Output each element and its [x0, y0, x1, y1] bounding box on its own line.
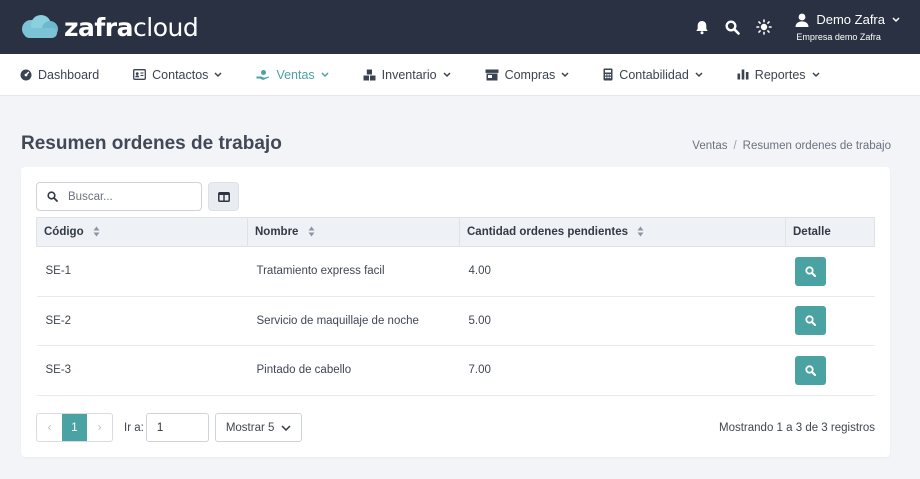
top-header: zafracloud Demo Zafra Empresa demo Zafra [0, 0, 920, 54]
table-row: SE-1 Tratamiento express facil 4.00 [36, 246, 875, 297]
sort-icon [637, 226, 644, 237]
columns-icon [217, 191, 230, 202]
chevron-down-icon [695, 71, 703, 77]
breadcrumb-link-ventas[interactable]: Ventas [692, 140, 727, 152]
chevron-down-icon [214, 71, 222, 77]
view-detail-button[interactable] [794, 355, 826, 385]
table-row: SE-2 Servicio de maquillaje de noche 5.0… [36, 296, 875, 346]
cell-detalle [785, 246, 875, 297]
page-size-select[interactable]: Mostrar 5 [214, 413, 302, 442]
search-icon [47, 191, 58, 202]
sort-icon [308, 226, 315, 237]
chevron-down-icon [281, 424, 291, 431]
breadcrumb-current: Resumen ordenes de trabajo [742, 140, 891, 152]
records-summary: Mostrando 1 a 3 de 3 registros [719, 421, 875, 434]
chevron-down-icon [812, 71, 820, 77]
chevron-down-icon [443, 71, 451, 77]
pagination: ‹ 1 › [36, 413, 113, 442]
user-name: Demo Zafra [816, 12, 885, 27]
columns-toggle-button[interactable] [208, 182, 239, 211]
search-icon [804, 315, 816, 327]
calculator-icon [603, 68, 613, 81]
chevron-down-icon [561, 71, 569, 77]
column-header-detalle: Detalle [785, 217, 875, 247]
view-detail-button[interactable] [794, 256, 826, 286]
next-page-button[interactable]: › [87, 414, 112, 441]
orders-table: Código Nombre Cantidad ordenes pendiente… [36, 217, 875, 396]
user-menu[interactable]: Demo Zafra Empresa demo Zafra [795, 12, 900, 42]
company-name: Empresa demo Zafra [796, 32, 881, 42]
nav-reportes[interactable]: Reportes [737, 68, 820, 82]
cell-nombre: Tratamiento express facil [247, 246, 460, 297]
cell-nombre: Pintado de cabello [247, 345, 460, 396]
user-icon [795, 13, 809, 27]
bar-chart-icon [737, 69, 749, 80]
inventory-icon [363, 69, 376, 80]
column-header-codigo[interactable]: Código [36, 217, 248, 247]
breadcrumb: Ventas / Resumen ordenes de trabajo [692, 140, 891, 152]
sun-icon[interactable] [748, 12, 779, 42]
table-row: SE-3 Pintado de cabello 7.00 [36, 345, 875, 396]
search-icon[interactable] [717, 12, 748, 42]
column-header-nombre[interactable]: Nombre [247, 217, 460, 247]
search-box[interactable] [36, 182, 202, 211]
breadcrumb-separator: / [733, 140, 737, 152]
cloud-logo-icon [22, 15, 58, 38]
search-input[interactable] [68, 190, 178, 203]
store-icon [485, 69, 499, 80]
nav-ventas[interactable]: Ventas [256, 68, 329, 82]
goto-label: Ir a: [124, 421, 144, 434]
nav-contactos[interactable]: Contactos [133, 68, 222, 82]
page-title: Resumen ordenes de trabajo [21, 133, 282, 154]
cell-cantidad: 7.00 [459, 345, 786, 396]
search-icon [804, 365, 816, 376]
cell-codigo: SE-3 [36, 345, 248, 396]
zafracloud-logo[interactable]: zafracloud [20, 12, 199, 42]
contacts-icon [133, 69, 147, 80]
main-nav: Dashboard Contactos Ventas Inventario Co… [0, 54, 920, 96]
sales-icon [256, 69, 270, 80]
logo-wordmark: zafracloud [64, 12, 199, 42]
orders-card: Código Nombre Cantidad ordenes pendiente… [21, 167, 890, 457]
cell-codigo: SE-1 [36, 246, 248, 297]
cell-codigo: SE-2 [36, 296, 248, 346]
chevron-down-icon [892, 16, 900, 22]
column-header-cantidad[interactable]: Cantidad ordenes pendientes [459, 217, 786, 247]
cell-cantidad: 4.00 [459, 246, 786, 297]
chevron-down-icon [321, 71, 329, 77]
cell-detalle [785, 345, 875, 396]
sort-icon [93, 226, 100, 237]
table-footer: ‹ 1 › Ir a: Mostrar 5 Mostrando 1 a 3 de… [36, 413, 875, 442]
cell-detalle [785, 296, 875, 346]
nav-contabilidad[interactable]: Contabilidad [603, 68, 703, 82]
cell-nombre: Servicio de maquillaje de noche [247, 296, 460, 346]
dashboard-icon [20, 69, 32, 80]
view-detail-button[interactable] [794, 306, 826, 336]
page-1-button[interactable]: 1 [62, 414, 87, 441]
bell-icon[interactable] [686, 12, 717, 42]
page-header: Resumen ordenes de trabajo Ventas / Resu… [0, 96, 920, 168]
page-size-value: Mostrar 5 [225, 421, 275, 434]
search-icon [804, 266, 816, 277]
nav-dashboard[interactable]: Dashboard [20, 68, 99, 82]
goto-page-input[interactable] [145, 413, 209, 442]
prev-page-button[interactable]: ‹ [37, 414, 62, 441]
nav-inventario[interactable]: Inventario [363, 68, 451, 82]
cell-cantidad: 5.00 [459, 296, 786, 346]
nav-compras[interactable]: Compras [485, 68, 570, 82]
